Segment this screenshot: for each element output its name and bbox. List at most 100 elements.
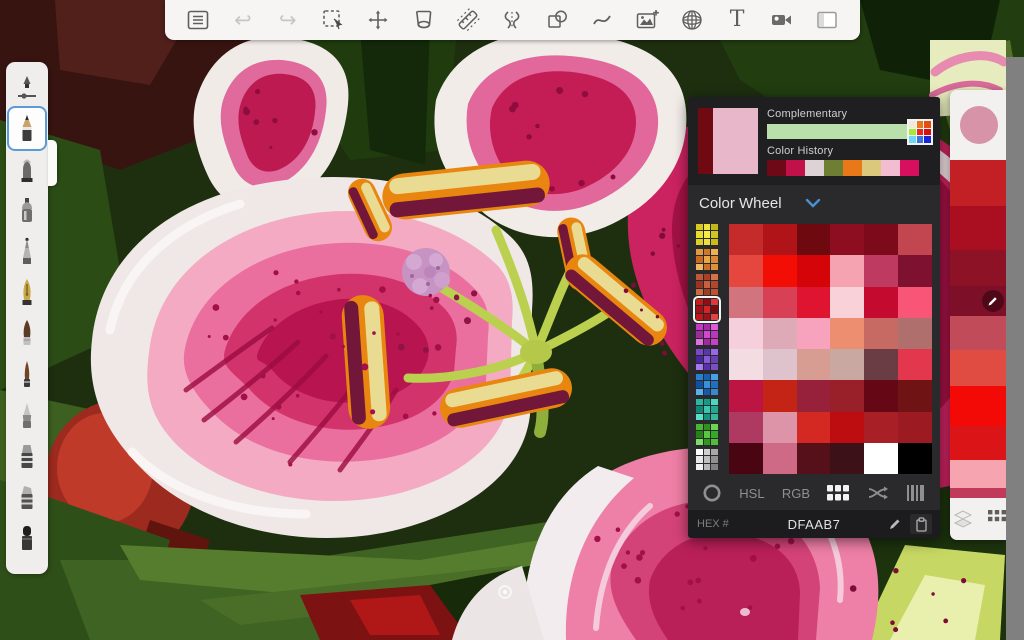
color-swatch[interactable] xyxy=(762,286,797,318)
symmetry-icon[interactable] xyxy=(497,5,527,35)
strip-swatch[interactable] xyxy=(950,286,1007,316)
import-image-icon[interactable] xyxy=(632,5,662,35)
color-wheel-section-header[interactable]: Color Wheel xyxy=(688,185,940,221)
mini-palette-oranges[interactable] xyxy=(696,249,718,270)
brush-airbrush[interactable] xyxy=(9,190,45,231)
history-swatch[interactable] xyxy=(900,160,919,176)
mini-palette-blues[interactable] xyxy=(696,374,718,395)
color-swatch[interactable] xyxy=(898,317,932,349)
color-swatch[interactable] xyxy=(830,224,865,256)
history-swatch[interactable] xyxy=(824,160,843,176)
color-swatch[interactable] xyxy=(864,255,899,287)
rgb-mode-button[interactable]: RGB xyxy=(782,486,810,501)
color-swatch[interactable] xyxy=(796,255,831,287)
color-swatch[interactable] xyxy=(762,317,797,349)
strip-swatch[interactable] xyxy=(950,250,1007,286)
layers-icon[interactable] xyxy=(952,510,974,528)
color-swatch[interactable] xyxy=(864,380,899,412)
ruler-icon[interactable] xyxy=(453,5,483,35)
swatch-grid-icon[interactable] xyxy=(987,510,1006,528)
color-swatch[interactable] xyxy=(864,349,899,381)
strip-swatch[interactable] xyxy=(950,350,1007,386)
undo-icon[interactable]: ↩ xyxy=(228,5,258,35)
color-swatch[interactable] xyxy=(796,317,831,349)
strip-swatch[interactable] xyxy=(950,426,1007,460)
edit-pencil-icon[interactable] xyxy=(982,290,1004,312)
color-swatch[interactable] xyxy=(796,442,831,474)
color-swatch[interactable] xyxy=(898,255,932,287)
color-swatch[interactable] xyxy=(762,349,797,381)
hsl-mode-button[interactable]: HSL xyxy=(739,486,764,501)
swatches-mode-icon[interactable] xyxy=(827,485,850,501)
color-swatch[interactable] xyxy=(830,411,865,443)
mini-palette-purples[interactable] xyxy=(696,349,718,370)
color-swatch[interactable] xyxy=(830,442,865,474)
strip-swatch[interactable] xyxy=(950,206,1007,250)
color-swatch[interactable] xyxy=(796,380,831,412)
shapes-icon[interactable] xyxy=(542,5,572,35)
mini-palette-rusts[interactable] xyxy=(696,274,718,295)
color-swatch[interactable] xyxy=(729,442,763,474)
color-swatch[interactable] xyxy=(762,224,797,256)
gradient-bars-icon[interactable] xyxy=(906,484,926,502)
brush-brush-settings[interactable] xyxy=(9,67,45,108)
color-swatch[interactable] xyxy=(830,380,865,412)
hex-value[interactable]: DFAAB7 xyxy=(688,517,940,532)
brush-eraser[interactable] xyxy=(9,149,45,190)
text-icon[interactable]: T xyxy=(722,5,752,35)
brush-ink-marker[interactable] xyxy=(9,518,45,559)
strip-swatch[interactable] xyxy=(950,460,1007,488)
color-swatch[interactable] xyxy=(898,380,932,412)
hex-input-bar[interactable]: HEX # DFAAB7 xyxy=(688,510,940,538)
strip-swatch[interactable] xyxy=(950,386,1007,426)
color-swatch[interactable] xyxy=(898,442,932,474)
color-swatch[interactable] xyxy=(762,255,797,287)
selection-icon[interactable] xyxy=(318,5,348,35)
color-swatch[interactable] xyxy=(830,349,865,381)
strip-swatch[interactable] xyxy=(950,160,1007,206)
color-swatch[interactable] xyxy=(864,411,899,443)
color-swatch[interactable] xyxy=(898,411,932,443)
color-swatch[interactable] xyxy=(729,224,763,256)
color-swatch[interactable] xyxy=(729,411,763,443)
perspective-icon[interactable] xyxy=(677,5,707,35)
history-swatch[interactable] xyxy=(843,160,862,176)
color-swatch[interactable] xyxy=(729,286,763,318)
brush-ballpoint-pen[interactable] xyxy=(9,231,45,272)
color-swatch[interactable] xyxy=(864,224,899,256)
strip-swatch[interactable] xyxy=(950,488,1007,498)
palette-grid-icon[interactable] xyxy=(907,119,933,145)
stroke-icon[interactable] xyxy=(587,5,617,35)
history-swatch[interactable] xyxy=(767,160,786,176)
brush-marker[interactable] xyxy=(9,436,45,477)
color-swatch[interactable] xyxy=(796,224,831,256)
hex-edit-pencil-icon[interactable] xyxy=(888,517,902,536)
right-rail[interactable] xyxy=(1006,57,1024,640)
brush-felt-tip[interactable] xyxy=(9,395,45,436)
transform-icon[interactable] xyxy=(363,5,393,35)
history-swatch[interactable] xyxy=(862,160,881,176)
color-swatch[interactable] xyxy=(898,224,932,256)
brush-fountain-pen[interactable] xyxy=(9,272,45,313)
color-swatch[interactable] xyxy=(762,411,797,443)
color-swatch[interactable] xyxy=(729,380,763,412)
color-swatch[interactable] xyxy=(762,380,797,412)
redo-icon[interactable]: ↪ xyxy=(273,5,303,35)
color-swatch[interactable] xyxy=(796,286,831,318)
color-swatch[interactable] xyxy=(762,442,797,474)
color-swatch[interactable] xyxy=(830,317,865,349)
fill-icon[interactable] xyxy=(408,5,438,35)
history-swatch[interactable] xyxy=(786,160,805,176)
mini-palette-teals[interactable] xyxy=(696,399,718,420)
brush-chisel-marker[interactable] xyxy=(9,477,45,518)
color-swatch[interactable] xyxy=(796,411,831,443)
brush-pencil[interactable] xyxy=(9,108,45,149)
color-swatch[interactable] xyxy=(830,286,865,318)
color-swatch[interactable] xyxy=(729,349,763,381)
strip-swatch[interactable] xyxy=(950,316,1007,350)
hex-copy-icon[interactable] xyxy=(910,514,932,534)
mini-palette-greens[interactable] xyxy=(696,424,718,445)
color-swatch[interactable] xyxy=(796,349,831,381)
randomize-icon[interactable] xyxy=(867,484,889,502)
mini-palette-grays[interactable] xyxy=(696,449,718,470)
